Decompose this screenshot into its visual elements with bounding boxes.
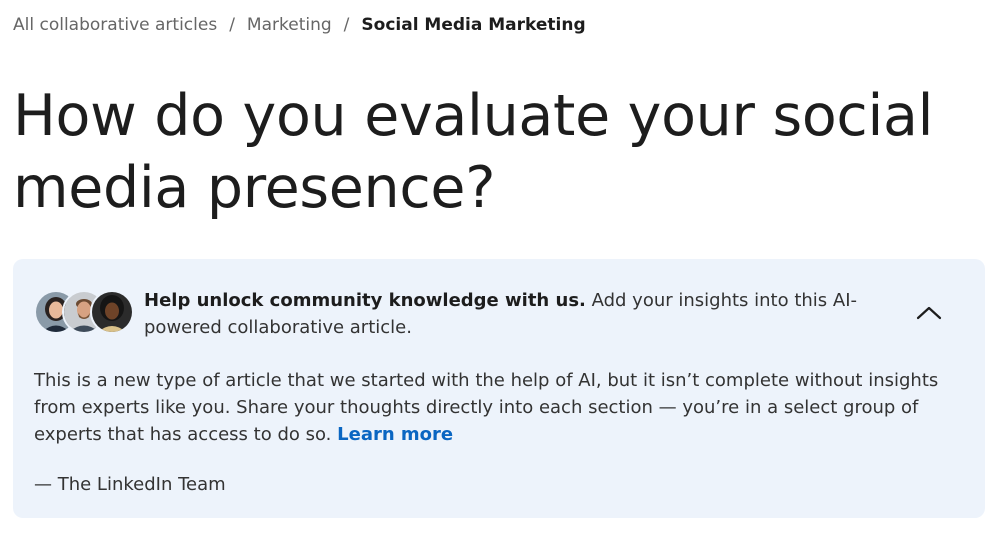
notice-signature: — The LinkedIn Team [34, 474, 226, 495]
breadcrumb-link-marketing[interactable]: Marketing [247, 14, 332, 36]
collapse-button[interactable] [909, 297, 949, 329]
breadcrumb-link-all-articles[interactable]: All collaborative articles [13, 14, 217, 36]
learn-more-link[interactable]: Learn more [337, 424, 453, 445]
collaborative-notice-card: Help unlock community knowledge with us.… [13, 259, 985, 518]
notice-body-text: This is a new type of article that we st… [34, 370, 939, 445]
breadcrumb-separator: / [229, 15, 235, 35]
breadcrumb-current: Social Media Marketing [361, 15, 586, 35]
notice-body: This is a new type of article that we st… [34, 367, 969, 448]
avatar [90, 290, 134, 334]
notice-headline-bold: Help unlock community knowledge with us. [144, 290, 586, 311]
contributor-avatars [34, 290, 134, 334]
page-title: How do you evaluate your social media pr… [13, 83, 934, 221]
breadcrumb: All collaborative articles / Marketing /… [13, 14, 586, 36]
chevron-up-icon [916, 306, 942, 320]
breadcrumb-separator: / [343, 15, 350, 35]
article-page: All collaborative articles / Marketing /… [0, 0, 998, 538]
notice-headline: Help unlock community knowledge with us.… [144, 287, 884, 341]
